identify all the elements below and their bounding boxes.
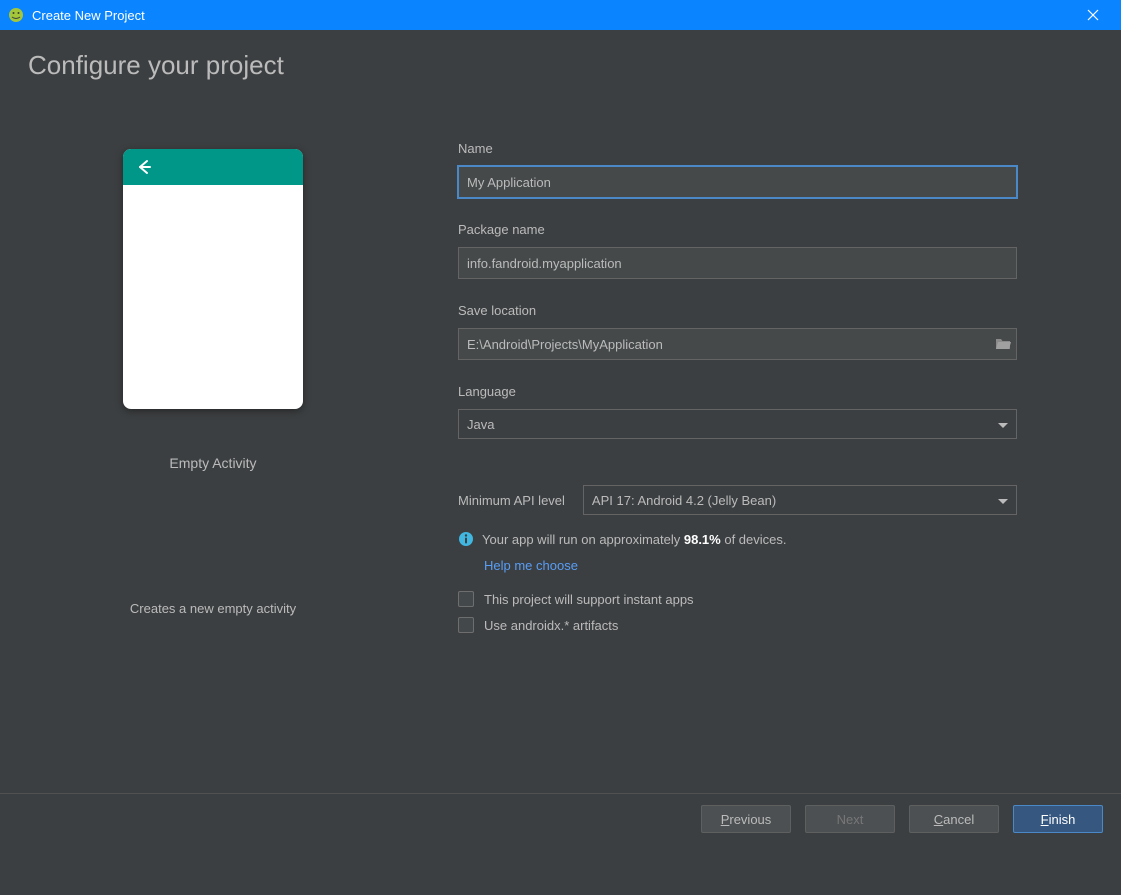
location-group: Save location bbox=[458, 303, 1017, 360]
instant-apps-checkbox[interactable] bbox=[458, 591, 474, 607]
androidx-label: Use androidx.* artifacts bbox=[484, 618, 618, 633]
chevron-down-icon bbox=[998, 493, 1008, 508]
location-input[interactable] bbox=[458, 328, 1017, 360]
chevron-down-icon bbox=[998, 417, 1008, 432]
info-icon bbox=[458, 531, 474, 547]
finish-button[interactable]: Finish bbox=[1013, 805, 1103, 833]
name-input[interactable] bbox=[458, 166, 1017, 198]
info-prefix: Your app will run on approximately bbox=[482, 532, 684, 547]
name-label: Name bbox=[458, 141, 1017, 156]
next-button[interactable]: Next bbox=[805, 805, 895, 833]
androidx-row: Use androidx.* artifacts bbox=[458, 617, 1017, 633]
api-dropdown[interactable]: API 17: Android 4.2 (Jelly Bean) bbox=[583, 485, 1017, 515]
browse-folder-button[interactable] bbox=[995, 337, 1011, 351]
help-choose-link[interactable]: Help me choose bbox=[484, 558, 578, 573]
name-group: Name bbox=[458, 141, 1017, 198]
language-group: Language Java bbox=[458, 384, 1017, 439]
language-label: Language bbox=[458, 384, 1017, 399]
instant-apps-row: This project will support instant apps bbox=[458, 591, 1017, 607]
android-studio-icon bbox=[8, 7, 24, 23]
info-pct: 98.1% bbox=[684, 532, 721, 547]
preview-description: Creates a new empty activity bbox=[130, 601, 296, 616]
phone-header bbox=[123, 149, 303, 185]
content-area: Configure your project Empty Activity Cr… bbox=[0, 30, 1121, 844]
api-label: Minimum API level bbox=[458, 493, 565, 508]
phone-preview bbox=[123, 149, 303, 409]
window-title: Create New Project bbox=[32, 8, 1073, 23]
package-input[interactable] bbox=[458, 247, 1017, 279]
info-suffix: of devices. bbox=[721, 532, 787, 547]
androidx-checkbox[interactable] bbox=[458, 617, 474, 633]
device-coverage-info: Your app will run on approximately 98.1%… bbox=[458, 531, 1017, 547]
language-dropdown[interactable]: Java bbox=[458, 409, 1017, 439]
form-column: Name Package name Save location bbox=[458, 141, 1093, 643]
previous-button[interactable]: Previous bbox=[701, 805, 791, 833]
back-arrow-icon bbox=[135, 158, 153, 176]
page-title: Configure your project bbox=[28, 50, 1093, 81]
cancel-button[interactable]: Cancel bbox=[909, 805, 999, 833]
package-label: Package name bbox=[458, 222, 1017, 237]
package-group: Package name bbox=[458, 222, 1017, 279]
instant-apps-label: This project will support instant apps bbox=[484, 592, 694, 607]
close-icon bbox=[1087, 9, 1099, 21]
language-value: Java bbox=[467, 417, 494, 432]
preview-label: Empty Activity bbox=[169, 455, 256, 471]
close-button[interactable] bbox=[1073, 0, 1113, 30]
api-value: API 17: Android 4.2 (Jelly Bean) bbox=[592, 493, 776, 508]
button-bar: Previous Next Cancel Finish bbox=[0, 793, 1121, 844]
api-row: Minimum API level API 17: Android 4.2 (J… bbox=[458, 485, 1017, 515]
location-label: Save location bbox=[458, 303, 1017, 318]
preview-column: Empty Activity Creates a new empty activ… bbox=[28, 141, 398, 643]
folder-icon bbox=[995, 337, 1011, 351]
titlebar: Create New Project bbox=[0, 0, 1121, 30]
main-area: Empty Activity Creates a new empty activ… bbox=[28, 141, 1093, 643]
